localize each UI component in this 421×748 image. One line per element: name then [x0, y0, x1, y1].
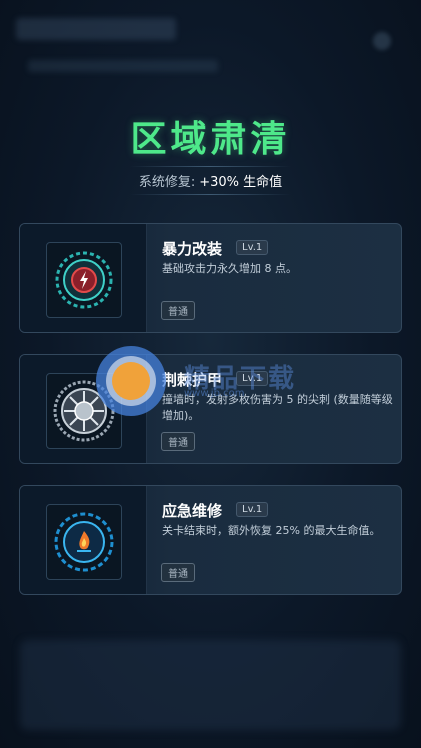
title-divider-bottom — [130, 194, 291, 195]
blurred-stats-row — [28, 60, 218, 72]
level-badge: Lv.1 — [236, 240, 269, 255]
watermark-url: www.jb.com — [184, 388, 245, 399]
title-divider-top — [130, 166, 291, 167]
upgrade-card-3[interactable]: 应急维修 Lv.1 关卡结束时，额外恢复 25% 的最大生命值。 普通 — [19, 485, 402, 595]
upgrade-name: 暴力改装 — [162, 240, 223, 258]
blurred-bottom-panel — [20, 640, 401, 730]
bonus-value: +30% 生命值 — [199, 175, 283, 190]
upgrade-name: 应急维修 — [162, 502, 223, 520]
watermark-logo — [96, 346, 166, 416]
upgrade-description: 关卡结束时，额外恢复 25% 的最大生命值。 — [162, 524, 381, 537]
bonus-label: 系统修复: — [138, 175, 196, 190]
upgrade-card-1[interactable]: 暴力改装 Lv.1 基础攻击力永久增加 8 点。 普通 — [19, 223, 402, 333]
level-badge: Lv.1 — [236, 502, 269, 517]
rarity-tag: 普通 — [161, 432, 195, 451]
screen-title: 区域肃清 — [130, 119, 291, 160]
blurred-top-bar — [16, 18, 176, 40]
rarity-tag: 普通 — [161, 563, 195, 582]
upgrade-description: 基础攻击力永久增加 8 点。 — [162, 262, 297, 275]
lightning-gear-icon — [46, 242, 122, 318]
rarity-tag: 普通 — [161, 301, 195, 320]
repair-flame-icon — [46, 504, 122, 580]
blurred-settings-icon — [373, 32, 391, 50]
bonus-line: 系统修复: +30% 生命值 — [0, 171, 421, 190]
